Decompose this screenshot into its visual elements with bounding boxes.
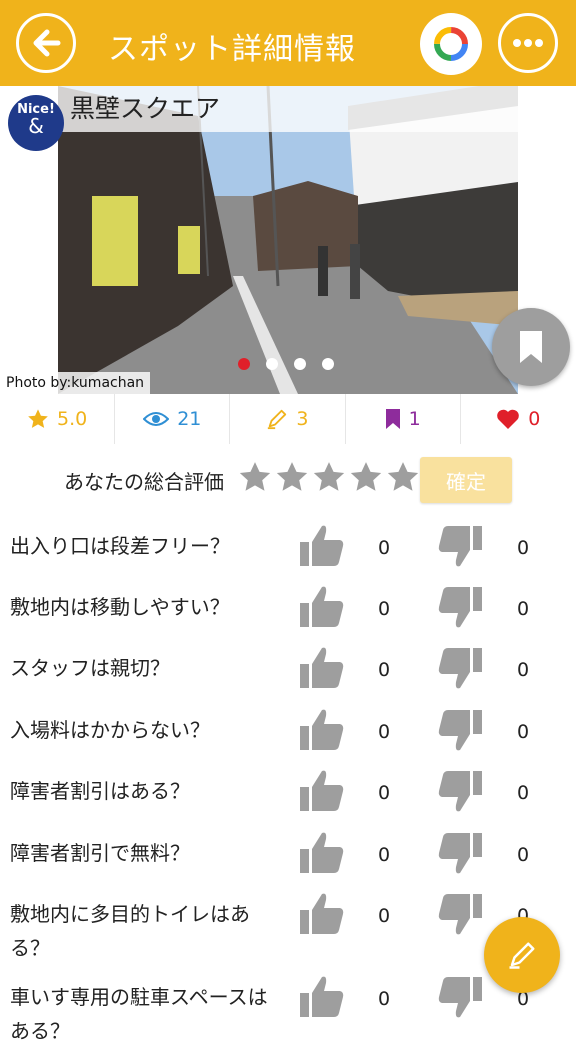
dislike-count: 0 (517, 721, 530, 743)
rating-value: 5.0 (56, 408, 88, 430)
question-text: 出入り口は段差フリー？ (10, 534, 230, 558)
star-icon[interactable] (238, 460, 272, 494)
likes-stat: 0 (461, 394, 576, 444)
question-text: 敷地内は移動しやすい？ (10, 595, 230, 619)
thumbs-down-icon[interactable] (436, 645, 484, 691)
rating-stat: 5.0 (0, 394, 116, 444)
question-text: 車いす専用の駐車スペースはある？ (10, 985, 268, 1043)
thumbs-down-icon[interactable] (436, 707, 484, 753)
thumbs-up-icon[interactable] (298, 830, 346, 876)
stats-bar: 5.0 21 3 1 0 (0, 394, 576, 444)
question-row: 障害者割引で無料？ 0 0 (0, 832, 576, 892)
thumbs-down-icon[interactable] (436, 584, 484, 630)
carousel-indicator (238, 358, 334, 370)
question-row: 車いす専用の駐車スペースはある？ 0 0 (0, 976, 576, 1043)
thumbs-down-icon[interactable] (436, 974, 484, 1020)
arrow-left-icon (33, 29, 61, 57)
question-row: 入場料はかからない？ 0 0 (0, 709, 576, 769)
carousel-dot[interactable] (322, 358, 334, 370)
dislike-count: 0 (517, 598, 530, 620)
dislike-count: 0 (517, 537, 530, 559)
like-count: 0 (378, 721, 391, 743)
heart-icon (497, 409, 520, 429)
like-count: 0 (378, 844, 391, 866)
confirm-button[interactable]: 確定 (420, 457, 512, 503)
thumbs-up-icon[interactable] (298, 523, 346, 569)
google-button[interactable] (420, 13, 482, 75)
more-horizontal-icon (513, 39, 543, 47)
nice-badge: Nice! & (8, 95, 64, 151)
carousel-dot[interactable] (266, 358, 278, 370)
back-button[interactable] (16, 13, 76, 73)
question-text: 障害者割引はある？ (10, 779, 190, 803)
thumbs-up-icon[interactable] (298, 768, 346, 814)
views-value: 21 (177, 408, 202, 430)
question-row: 障害者割引はある？ 0 0 (0, 770, 576, 830)
thumbs-up-icon[interactable] (298, 645, 346, 691)
carousel-dot[interactable] (294, 358, 306, 370)
question-row: 出入り口は段差フリー？ 0 0 (0, 525, 576, 585)
thumbs-down-icon[interactable] (436, 891, 484, 937)
like-count: 0 (378, 598, 391, 620)
page-title: スポット詳細情報 (108, 32, 356, 67)
rating-label: あなたの総合評価 (64, 470, 224, 494)
bookmarks-stat: 1 (346, 394, 461, 444)
thumbs-down-icon[interactable] (436, 830, 484, 876)
like-count: 0 (378, 537, 391, 559)
star-icon (28, 409, 48, 428)
eye-icon (143, 412, 170, 426)
views-stat: 21 (115, 394, 231, 444)
like-count: 0 (378, 988, 391, 1010)
pencil-icon (509, 942, 535, 969)
dislike-count: 0 (517, 659, 530, 681)
app-bar: スポット詳細情報 (0, 0, 576, 86)
write-review-button[interactable] (484, 917, 560, 993)
star-icon[interactable] (386, 460, 420, 494)
overall-rating: あなたの総合評価 確定 (0, 456, 576, 506)
reviews-value: 3 (296, 408, 309, 430)
question-row: スタッフは親切？ 0 0 (0, 647, 576, 707)
star-icon[interactable] (312, 460, 346, 494)
bookmark-icon (520, 331, 542, 363)
pencil-icon (268, 409, 287, 430)
star-icon[interactable] (349, 460, 383, 494)
thumbs-up-icon[interactable] (298, 584, 346, 630)
badge-symbol: & (28, 114, 44, 138)
star-icon[interactable] (275, 460, 309, 494)
like-count: 0 (378, 782, 391, 804)
dislike-count: 0 (517, 844, 530, 866)
thumbs-down-icon[interactable] (436, 523, 484, 569)
google-icon (434, 27, 468, 61)
reviews-stat: 3 (230, 394, 346, 444)
thumbs-down-icon[interactable] (436, 768, 484, 814)
photo-credit: Photo by:kumachan (0, 372, 151, 394)
like-count: 0 (378, 659, 391, 681)
carousel-dot[interactable] (238, 358, 250, 370)
bookmarks-value: 1 (408, 408, 421, 430)
question-text: 敷地内に多目的トイレはある？ (10, 902, 250, 960)
likes-value: 0 (528, 408, 541, 430)
like-count: 0 (378, 905, 391, 927)
thumbs-up-icon[interactable] (298, 974, 346, 1020)
bookmark-icon (385, 409, 400, 429)
thumbs-up-icon[interactable] (298, 891, 346, 937)
thumbs-up-icon[interactable] (298, 707, 346, 753)
more-options-button[interactable] (498, 13, 558, 73)
bookmark-button[interactable] (492, 308, 570, 386)
question-text: 入場料はかからない？ (10, 718, 210, 742)
question-text: 障害者割引で無料？ (10, 841, 190, 865)
spot-photo (58, 86, 518, 394)
question-row: 敷地内は移動しやすい？ 0 0 (0, 586, 576, 646)
spot-name: 黒壁スクエア (58, 86, 576, 132)
dislike-count: 0 (517, 782, 530, 804)
rating-stars (238, 460, 420, 494)
photo-carousel[interactable]: 黒壁スクエア Nice! & Photo by:kumachan (0, 86, 576, 394)
question-text: スタッフは親切？ (10, 656, 170, 680)
